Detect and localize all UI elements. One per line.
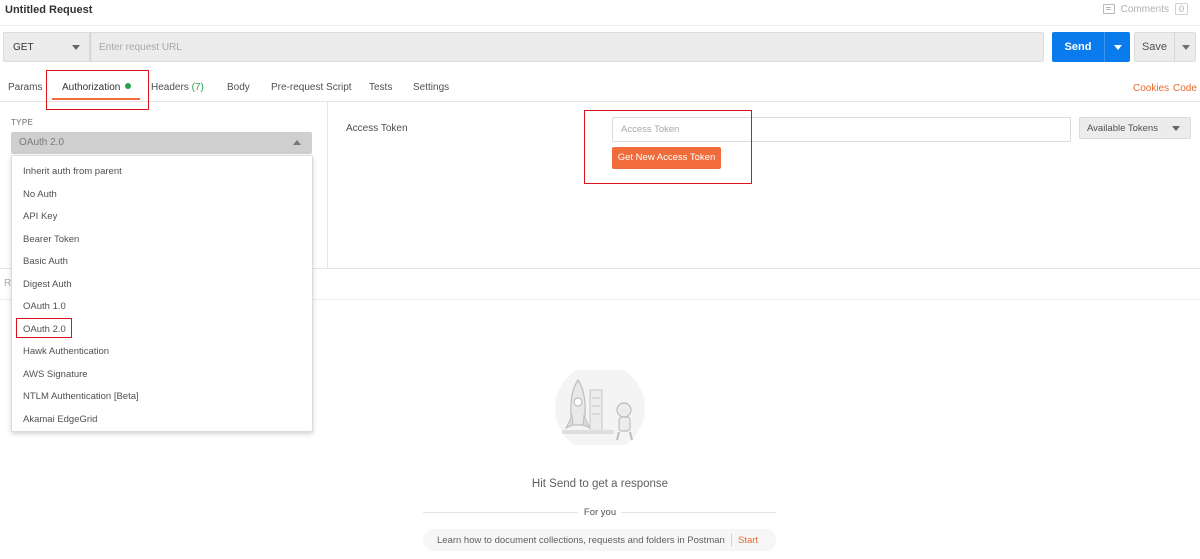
- dropdown-option[interactable]: Hawk Authentication: [23, 346, 109, 357]
- status-dot-icon: [125, 83, 132, 89]
- dropdown-option[interactable]: Inherit auth from parent: [23, 166, 122, 177]
- chevron-down-icon: [72, 45, 80, 50]
- dropdown-option[interactable]: Akamai EdgeGrid: [23, 414, 97, 425]
- divider: [0, 25, 1200, 26]
- code-link[interactable]: Code: [1173, 83, 1197, 94]
- divider: [731, 534, 732, 546]
- access-token-input[interactable]: [612, 117, 1071, 142]
- chevron-up-icon: [293, 140, 301, 145]
- dropdown-option-oauth2[interactable]: OAuth 2.0: [23, 324, 66, 335]
- save-button[interactable]: Save: [1134, 32, 1196, 62]
- headers-count: (7): [191, 82, 204, 93]
- for-you-heading: For you: [583, 507, 617, 518]
- divider: [1174, 33, 1175, 61]
- comments-button[interactable]: Comments 0: [1102, 3, 1188, 15]
- active-tab-indicator: [52, 98, 140, 100]
- auth-type-label: TYPE: [11, 118, 34, 127]
- auth-type-dropdown: Inherit auth from parent No Auth API Key…: [11, 155, 313, 432]
- dropdown-option[interactable]: API Key: [23, 211, 57, 222]
- tab-tests[interactable]: Tests: [369, 82, 392, 93]
- url-input[interactable]: [90, 32, 1044, 62]
- rocket-astronaut-illustration: [555, 370, 645, 445]
- divider: [0, 101, 1200, 102]
- dropdown-option[interactable]: Bearer Token: [23, 234, 79, 245]
- dropdown-option[interactable]: Digest Auth: [23, 279, 72, 290]
- cookies-link[interactable]: Cookies: [1133, 83, 1169, 94]
- request-title[interactable]: Untitled Request: [5, 4, 92, 16]
- available-tokens-select[interactable]: Available Tokens: [1079, 117, 1191, 139]
- learn-banner: Learn how to document collections, reque…: [423, 529, 776, 551]
- tab-pre-request-script[interactable]: Pre-request Script: [271, 82, 352, 93]
- divider: [1104, 32, 1105, 62]
- send-label: Send: [1064, 41, 1092, 53]
- tab-authorization-label: Authorization: [62, 82, 121, 93]
- send-button[interactable]: Send: [1052, 32, 1130, 62]
- comments-label: Comments: [1120, 3, 1169, 15]
- dropdown-option[interactable]: OAuth 1.0: [23, 301, 66, 312]
- dropdown-option[interactable]: AWS Signature: [23, 369, 88, 380]
- chevron-down-icon[interactable]: [1182, 44, 1190, 50]
- chevron-down-icon[interactable]: [1114, 44, 1122, 50]
- tab-settings[interactable]: Settings: [413, 82, 449, 93]
- comment-icon: [1102, 4, 1115, 14]
- save-label: Save: [1141, 41, 1168, 53]
- tab-headers-label: Headers: [151, 82, 189, 93]
- dropdown-option[interactable]: No Auth: [23, 189, 57, 200]
- dropdown-option[interactable]: NTLM Authentication [Beta]: [23, 391, 139, 402]
- start-link[interactable]: Start: [738, 535, 758, 546]
- empty-response-message: Hit Send to get a response: [531, 478, 669, 490]
- auth-type-value: OAuth 2.0: [19, 137, 65, 148]
- tab-body[interactable]: Body: [227, 82, 250, 93]
- auth-type-select[interactable]: OAuth 2.0: [11, 132, 312, 154]
- chevron-down-icon: [1172, 126, 1180, 131]
- method-select[interactable]: GET: [3, 32, 90, 62]
- available-tokens-label: Available Tokens: [1087, 123, 1158, 134]
- get-new-access-token-button[interactable]: Get New Access Token: [612, 147, 721, 169]
- tab-authorization[interactable]: Authorization: [62, 82, 132, 93]
- tab-params[interactable]: Params: [8, 82, 42, 93]
- access-token-label: Access Token: [346, 123, 408, 134]
- comments-count-badge: 0: [1174, 3, 1188, 15]
- method-value: GET: [13, 41, 34, 53]
- learn-text: Learn how to document collections, reque…: [437, 534, 725, 546]
- dropdown-option[interactable]: Basic Auth: [23, 256, 68, 267]
- pane-divider: [327, 102, 328, 268]
- tab-headers[interactable]: Headers (7): [151, 82, 204, 93]
